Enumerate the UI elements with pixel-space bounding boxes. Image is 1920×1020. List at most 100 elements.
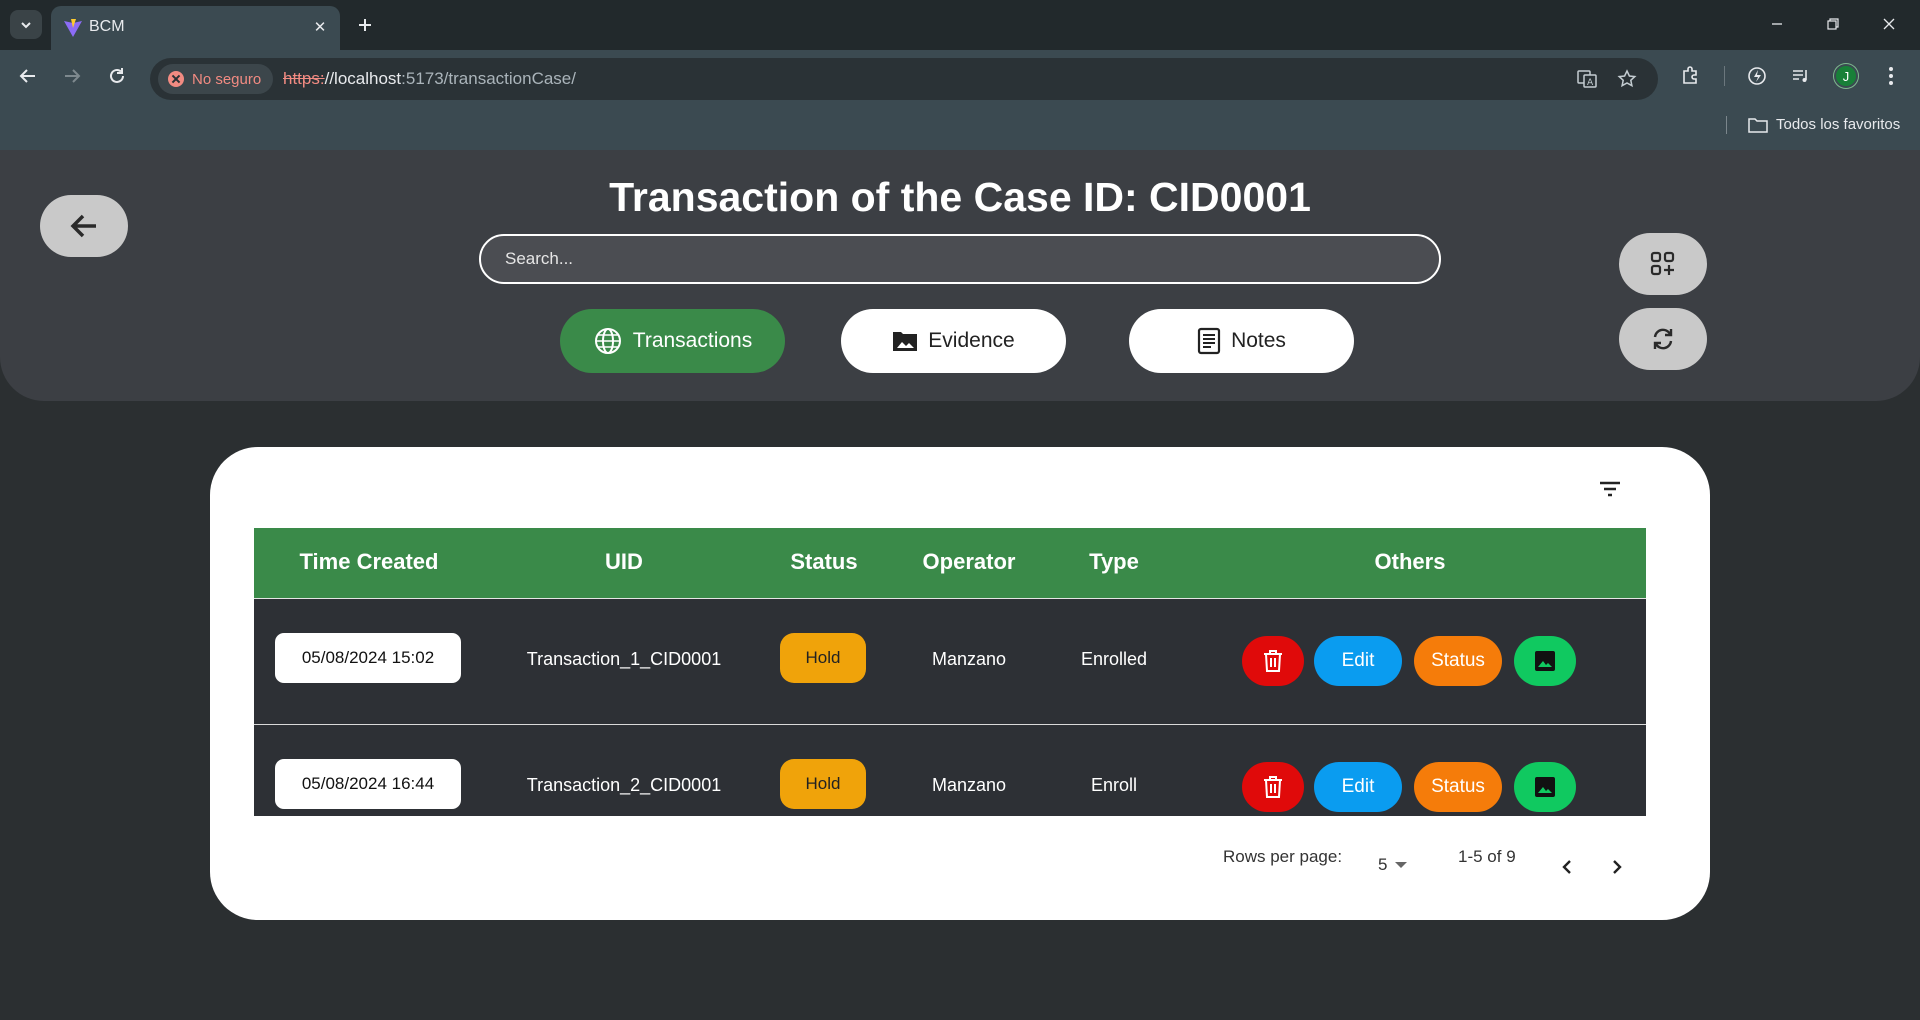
tab-label: Notes	[1231, 329, 1286, 352]
forward-nav-button[interactable]	[58, 62, 86, 90]
page-title: Transaction of the Case ID: CID0001	[609, 174, 1311, 220]
table-row: 05/08/2024 16:44 Transaction_2_CID0001 H…	[254, 725, 1646, 816]
tab-label: Evidence	[928, 329, 1015, 352]
table-row: 05/08/2024 15:02 Transaction_1_CID0001 H…	[254, 599, 1646, 725]
time-created-chip: 05/08/2024 15:02	[275, 633, 461, 683]
close-icon	[1883, 18, 1895, 30]
restore-icon	[1827, 18, 1839, 30]
bookmarks-separator	[1726, 116, 1727, 134]
arrow-left-icon	[19, 69, 35, 83]
filter-list-icon	[1600, 481, 1620, 497]
restore-button[interactable]	[1810, 10, 1856, 38]
bookmark-star-icon[interactable]	[1616, 68, 1638, 90]
bookmarks-bar: Todos los favoritos	[0, 100, 1920, 150]
security-label: No seguro	[192, 70, 262, 88]
search-input[interactable]	[479, 234, 1441, 284]
minimize-button[interactable]	[1754, 10, 1800, 38]
translate-icon[interactable]: A	[1576, 68, 1598, 90]
tab-transactions[interactable]: Transactions	[560, 309, 785, 373]
close-tab-icon[interactable]: ✕	[309, 16, 331, 38]
previous-page-button[interactable]	[1549, 849, 1585, 885]
arrow-right-icon	[65, 69, 81, 83]
toolbar-separator	[1724, 66, 1725, 86]
delete-button[interactable]	[1242, 762, 1304, 812]
browser-tab[interactable]: BCM ✕	[51, 6, 340, 50]
column-header-type[interactable]: Type	[1054, 549, 1174, 575]
new-tab-button[interactable]	[352, 12, 378, 38]
dropdown-caret-icon	[1395, 862, 1408, 868]
browser-toolbar: No seguro https://localhost:5173/transac…	[0, 50, 1920, 100]
type-cell: Enrolled	[1080, 649, 1148, 669]
status-badge: Hold	[780, 759, 866, 809]
column-header-others[interactable]: Others	[1214, 549, 1606, 575]
rows-per-page-label: Rows per page:	[1223, 847, 1343, 866]
all-bookmarks-folder[interactable]: Todos los favoritos	[1748, 116, 1900, 133]
performance-icon[interactable]	[1744, 63, 1770, 89]
address-bar[interactable]: No seguro https://localhost:5173/transac…	[150, 58, 1658, 100]
browser-tab-strip: BCM ✕	[0, 0, 1920, 50]
column-header-time[interactable]: Time Created	[254, 549, 484, 575]
security-chip[interactable]: No seguro	[158, 64, 274, 94]
profile-avatar[interactable]: J	[1834, 64, 1858, 88]
operator-cell: Manzano	[931, 775, 1007, 795]
svg-text:A: A	[1587, 78, 1594, 88]
transactions-card: Time Created UID Status Operator Type Ot…	[210, 447, 1710, 920]
folder-icon	[1748, 117, 1768, 133]
image-folder-icon	[893, 332, 918, 351]
image-icon	[1535, 651, 1555, 671]
pagination-range: 1-5 of 9	[1458, 847, 1516, 866]
vite-logo-icon	[64, 19, 82, 37]
reload-button[interactable]	[103, 62, 131, 90]
view-image-button[interactable]	[1514, 636, 1576, 686]
tab-search-button[interactable]	[10, 10, 42, 39]
media-control-icon[interactable]	[1788, 63, 1814, 89]
add-widget-button[interactable]	[1619, 233, 1707, 295]
extensions-icon[interactable]	[1678, 63, 1704, 89]
table-header: Time Created UID Status Operator Type Ot…	[254, 528, 1646, 599]
tab-title: BCM	[89, 18, 125, 35]
plus-icon	[359, 19, 371, 31]
time-created-chip: 05/08/2024 16:44	[275, 759, 461, 809]
chevron-left-icon	[1562, 860, 1571, 874]
chevron-down-icon	[21, 21, 31, 28]
status-button[interactable]: Status	[1414, 636, 1502, 686]
status-badge: Hold	[780, 633, 866, 683]
browser-menu-icon[interactable]	[1878, 63, 1904, 89]
delete-button[interactable]	[1242, 636, 1304, 686]
tab-label: Transactions	[632, 329, 753, 352]
app-header: Transaction of the Case ID: CID0001 Tran…	[0, 150, 1920, 401]
globe-icon	[594, 328, 621, 354]
minimize-icon	[1772, 23, 1782, 25]
rows-per-page-value: 5	[1378, 855, 1388, 874]
filter-button[interactable]	[1590, 469, 1630, 509]
type-cell: Enroll	[1090, 775, 1138, 795]
refresh-button[interactable]	[1619, 308, 1707, 370]
trash-icon	[1264, 776, 1282, 798]
trash-icon	[1264, 650, 1282, 672]
add-grid-icon	[1650, 251, 1675, 276]
not-secure-icon	[168, 71, 184, 87]
tab-evidence[interactable]: Evidence	[841, 309, 1066, 373]
column-header-uid[interactable]: UID	[484, 549, 764, 575]
operator-cell: Manzano	[931, 649, 1007, 669]
edit-button[interactable]: Edit	[1314, 762, 1402, 812]
transactions-table: Time Created UID Status Operator Type Ot…	[254, 528, 1646, 816]
edit-button[interactable]: Edit	[1314, 636, 1402, 686]
chevron-right-icon	[1613, 860, 1622, 874]
uid-cell: Transaction_1_CID0001	[526, 649, 722, 669]
reload-icon	[110, 68, 124, 83]
column-header-status[interactable]: Status	[764, 549, 884, 575]
bookmark-folder-label: Todos los favoritos	[1776, 116, 1901, 133]
rows-per-page-select[interactable]: 5	[1378, 855, 1408, 875]
uid-cell: Transaction_2_CID0001	[526, 775, 722, 795]
refresh-icon	[1653, 328, 1673, 350]
view-image-button[interactable]	[1514, 762, 1576, 812]
url-text[interactable]: https://localhost:5173/transactionCase/	[283, 69, 576, 89]
close-window-button[interactable]	[1866, 10, 1912, 38]
back-nav-button[interactable]	[14, 62, 42, 90]
notes-icon	[1197, 327, 1221, 355]
tab-notes[interactable]: Notes	[1129, 309, 1354, 373]
column-header-operator[interactable]: Operator	[884, 549, 1054, 575]
next-page-button[interactable]	[1599, 849, 1635, 885]
status-button[interactable]: Status	[1414, 762, 1502, 812]
